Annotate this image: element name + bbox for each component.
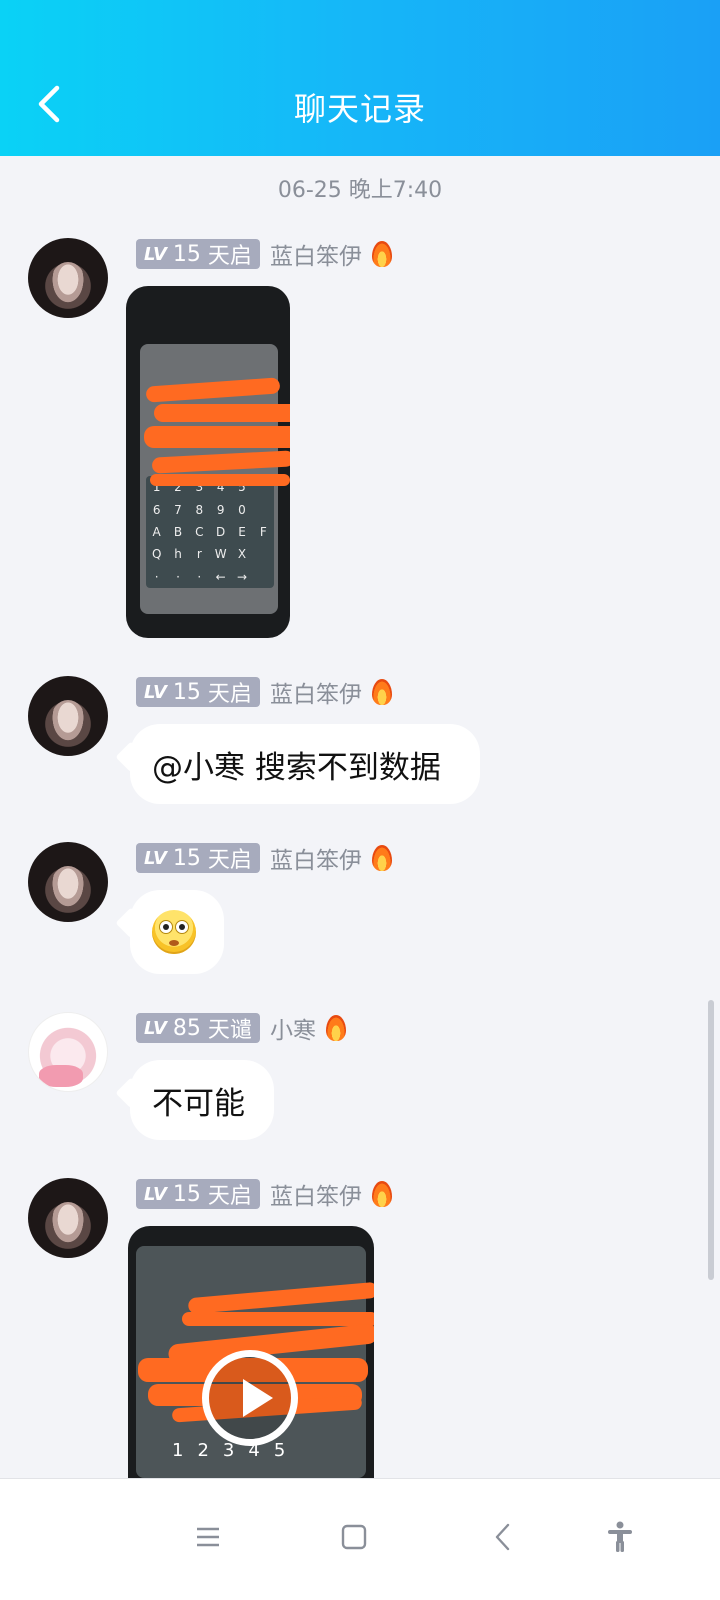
flushed-face-icon — [152, 910, 196, 954]
sender-row: LV 15 天启 蓝白笨伊 — [136, 676, 392, 708]
level-badge: LV 15 天启 — [136, 239, 260, 269]
keypad-key: · — [154, 569, 159, 584]
level-badge: LV 15 天启 — [136, 677, 260, 707]
video-keypad-key: 3 — [222, 1440, 235, 1461]
keypad-key: 9 — [216, 502, 225, 517]
keypad-key: Q — [151, 547, 162, 562]
fire-icon — [325, 1015, 346, 1041]
level-prefix: LV — [144, 243, 167, 265]
sender-name[interactable]: 蓝白笨伊 — [270, 841, 362, 875]
redaction-mark — [182, 1312, 374, 1326]
video-keypad-key: 1 — [172, 1440, 184, 1461]
keypad-key: 6 — [152, 502, 161, 517]
accessibility-button[interactable] — [590, 1507, 650, 1567]
level-number: 15 — [172, 845, 201, 871]
accessibility-icon — [608, 1521, 632, 1552]
sender-name[interactable]: 蓝白笨伊 — [270, 1177, 362, 1211]
page-title: 聊天记录 — [293, 90, 426, 128]
keypad-key — [253, 498, 274, 520]
keypad-key: · — [176, 569, 180, 584]
message-text: 不可能 — [152, 1085, 245, 1122]
header-bar: 聊天记录 — [0, 0, 720, 156]
image-keypad: 1 2 3 4 5 6 7 8 9 0 A B C D E F Qh r W X · · · ← → — [146, 476, 274, 588]
play-icon[interactable] — [202, 1350, 298, 1446]
keypad-key: B — [173, 524, 183, 539]
keypad-key: r — [196, 547, 202, 562]
sender-name[interactable]: 蓝白笨伊 — [270, 237, 362, 271]
text-message-bubble[interactable]: @小寒 搜索不到数据 — [130, 724, 480, 804]
keypad-key: 7 — [174, 502, 182, 517]
scrollbar[interactable] — [708, 1000, 714, 1280]
keypad-key: E — [238, 524, 246, 539]
level-number: 85 — [172, 1015, 201, 1041]
keypad-key — [253, 543, 274, 565]
keypad-key: ← — [215, 569, 226, 584]
sender-row: LV 85 天谴 小寒 — [136, 1012, 346, 1044]
back-icon — [495, 1523, 510, 1551]
avatar[interactable] — [28, 1178, 108, 1258]
level-number: 15 — [172, 241, 201, 267]
keypad-key: 0 — [238, 502, 246, 517]
level-prefix: LV — [144, 847, 167, 869]
level-prefix: LV — [144, 1183, 167, 1205]
redaction-mark — [144, 426, 290, 448]
keypad-key: F — [259, 524, 267, 539]
keypad-key: h — [174, 547, 182, 562]
level-badge: LV 15 天启 — [136, 1179, 260, 1209]
sender-name[interactable]: 蓝白笨伊 — [270, 675, 362, 709]
level-rank: 天启 — [207, 848, 252, 873]
keypad-key: C — [195, 524, 204, 539]
sender-row: LV 15 天启 蓝白笨伊 — [136, 238, 392, 270]
avatar[interactable] — [28, 842, 108, 922]
level-badge: LV 85 天谴 — [136, 1013, 260, 1043]
emoji-message-bubble[interactable] — [130, 890, 224, 974]
keypad-key: D — [216, 524, 226, 539]
message-timestamp: 06-25 晚上7:40 — [277, 178, 443, 203]
video-message[interactable]: 12345 — [128, 1226, 374, 1478]
level-number: 15 — [172, 679, 201, 705]
sender-row: LV 15 天启 蓝白笨伊 — [136, 842, 392, 874]
level-prefix: LV — [144, 681, 167, 703]
keypad-key: W — [214, 547, 227, 562]
sender-name[interactable]: 小寒 — [270, 1011, 316, 1045]
video-keypad-key: 5 — [273, 1440, 286, 1461]
fire-icon — [371, 679, 392, 705]
keypad-key: → — [236, 569, 248, 584]
fire-icon — [371, 1181, 392, 1207]
home-button[interactable] — [324, 1507, 384, 1567]
avatar[interactable] — [28, 676, 108, 756]
level-rank: 天启 — [207, 1184, 252, 1209]
level-prefix: LV — [144, 1017, 167, 1039]
avatar[interactable] — [28, 238, 108, 318]
level-rank: 天启 — [207, 682, 252, 707]
level-number: 15 — [172, 1181, 201, 1207]
menu-button[interactable] — [178, 1507, 238, 1567]
message-text: @小寒 搜索不到数据 — [152, 749, 441, 786]
redaction-mark — [154, 404, 290, 422]
level-badge: LV 15 天启 — [136, 843, 260, 873]
keypad-key: · — [197, 569, 202, 584]
menu-icon — [197, 1527, 219, 1547]
level-rank: 天谴 — [207, 1018, 252, 1043]
keypad-key — [253, 566, 274, 588]
keypad-key: X — [237, 547, 247, 562]
avatar[interactable] — [28, 1012, 108, 1092]
image-message[interactable]: 1 2 3 4 5 6 7 8 9 0 A B C D E F Qh r W X · · · ← → — [126, 286, 290, 638]
video-keypad: 12345 — [172, 1440, 285, 1461]
system-navigation-bar — [0, 1478, 720, 1600]
video-keypad-key: 2 — [197, 1440, 209, 1461]
redaction-mark — [150, 474, 290, 486]
sender-row: LV 15 天启 蓝白笨伊 — [136, 1178, 392, 1210]
home-icon — [341, 1524, 367, 1550]
back-nav-button[interactable] — [472, 1507, 532, 1567]
level-rank: 天启 — [207, 244, 252, 269]
fire-icon — [371, 845, 392, 871]
keypad-key: 8 — [195, 502, 204, 517]
text-message-bubble[interactable]: 不可能 — [130, 1060, 274, 1140]
fire-icon — [371, 241, 392, 267]
keypad-key: A — [152, 524, 161, 539]
